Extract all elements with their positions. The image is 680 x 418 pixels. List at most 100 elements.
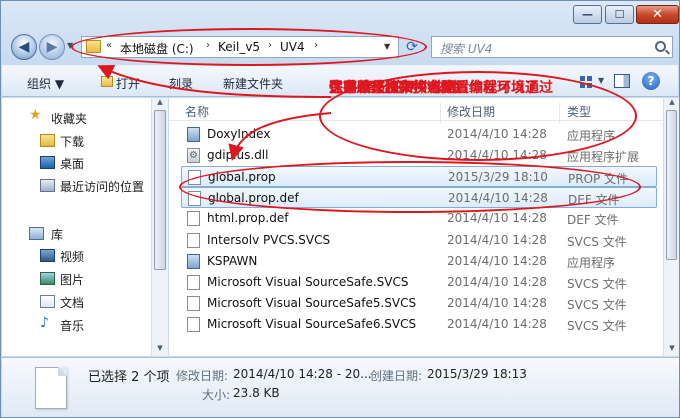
file-name: Microsoft Visual SourceSafe5.SVCS <box>207 296 417 310</box>
file-name: DoxyIndex <box>207 127 271 141</box>
close-icon: ✕ <box>652 7 663 22</box>
file-type: SVCS 文件 <box>567 298 627 312</box>
file-name: KSPAWN <box>207 254 258 268</box>
chevron-down-icon: ▼ <box>67 41 74 50</box>
organize-menu[interactable]: 组织 ▼ <box>27 75 64 92</box>
file-icon <box>187 233 200 248</box>
search-placeholder[interactable]: 搜索 UV4 <box>440 40 492 57</box>
file-icon <box>187 296 200 311</box>
navigation-pane: ★ 收藏夹 下载 桌面 最近访问的位置 库 视频 图片 文档 ♪ 音乐 <box>2 98 151 356</box>
file-row-selected[interactable]: global.prop.def 2014/4/10 14:28 DEF 文件 <box>181 187 657 208</box>
file-type: SVCS 文件 <box>567 319 627 333</box>
new-folder-button[interactable]: 新建文件夹 <box>223 75 283 92</box>
sidebar-item-libraries[interactable]: 库 <box>51 226 63 243</box>
sidebar-item-downloads[interactable]: 下载 <box>60 133 84 150</box>
back-button[interactable]: ◀ <box>11 34 37 60</box>
breadcrumb-separator-icon[interactable]: › <box>206 40 210 51</box>
sidebar-item-pictures[interactable]: 图片 <box>60 271 84 288</box>
library-icon <box>29 227 44 240</box>
picture-icon <box>40 272 55 285</box>
close-button[interactable]: ✕ <box>636 5 679 24</box>
open-button[interactable]: 打开 <box>116 75 140 92</box>
file-row[interactable]: Microsoft Visual SourceSafe5.SVCS 2014/4… <box>181 293 657 314</box>
file-type: 应用程序扩展 <box>567 150 640 164</box>
refresh-button[interactable]: ⟳ <box>401 36 423 58</box>
minimize-icon: — <box>582 8 593 21</box>
scrollbar-thumb[interactable] <box>666 110 677 260</box>
downloads-folder-icon <box>40 134 55 147</box>
maximize-button[interactable]: ☐ <box>605 5 634 24</box>
file-row[interactable]: html.prop.def 2014/4/10 14:28 DEF 文件 <box>181 208 657 229</box>
music-icon: ♪ <box>40 315 49 331</box>
scroll-up-icon[interactable]: ▲ <box>152 98 168 110</box>
annotation-line: 这两个文件来快速配置编程环境了 <box>329 80 539 96</box>
created-label: 创建日期: <box>370 369 423 383</box>
file-date: 2014/4/10 14:28 <box>447 296 547 310</box>
sidebar-item-desktop[interactable]: 桌面 <box>60 155 84 172</box>
file-date: 2014/4/10 14:28 <box>447 211 547 225</box>
column-name[interactable]: 名称 <box>185 103 209 120</box>
file-type: 应用程序 <box>567 256 616 270</box>
minimize-button[interactable]: — <box>573 5 602 24</box>
breadcrumb-separator-icon[interactable]: › <box>268 40 272 51</box>
column-date[interactable]: 修改日期 <box>447 103 495 120</box>
recent-pages-dropdown[interactable]: ▼ <box>67 41 73 50</box>
help-icon[interactable]: ? <box>642 72 660 90</box>
column-type[interactable]: 类型 <box>567 103 591 120</box>
file-date: 2014/4/10 14:28 <box>447 275 547 289</box>
scrollbar-thumb[interactable] <box>154 110 166 270</box>
file-date: 2015/3/29 18:10 <box>448 170 548 184</box>
search-icon[interactable] <box>655 41 666 52</box>
file-date: 2014/4/10 14:28 <box>448 191 548 205</box>
file-row[interactable]: Microsoft Visual SourceSafe.SVCS 2014/4/… <box>181 272 657 293</box>
address-overflow-icon[interactable]: « <box>106 40 112 51</box>
file-name: Microsoft Visual SourceSafe.SVCS <box>207 275 409 289</box>
forward-button[interactable]: ▶ <box>39 34 65 60</box>
maximize-icon: ☐ <box>614 8 625 21</box>
sidebar-item-recent[interactable]: 最近访问的位置 <box>60 178 144 195</box>
sidebar-item-favorites[interactable]: 收藏夹 <box>51 110 87 127</box>
navigation-scrollbar[interactable]: ▲ ▼ <box>151 98 168 356</box>
breadcrumb-separator-icon[interactable]: › <box>314 40 318 51</box>
recent-places-icon <box>40 179 55 192</box>
preview-pane-icon[interactable] <box>614 74 630 88</box>
address-dropdown-icon[interactable]: ▼ <box>384 42 390 51</box>
file-row-selected[interactable]: global.prop 2015/3/29 18:10 PROP 文件 <box>181 166 657 187</box>
file-name: Intersolv PVCS.SVCS <box>207 233 331 247</box>
file-row[interactable]: Intersolv PVCS.SVCS 2014/4/10 14:28 SVCS… <box>181 230 657 251</box>
file-type: SVCS 文件 <box>567 235 627 249</box>
explorer-window: — ☐ ✕ ◀ ▶ ▼ « 本地磁盘 (C:) › Keil_v5 › UV4 … <box>0 0 680 418</box>
file-row[interactable]: KSPAWN 2014/4/10 14:28 应用程序 <box>181 251 657 272</box>
file-icon <box>187 317 200 332</box>
scroll-up-icon[interactable]: ▲ <box>664 98 680 110</box>
sidebar-item-music[interactable]: 音乐 <box>60 317 84 334</box>
refresh-icon: ⟳ <box>406 39 418 55</box>
file-list-scrollbar[interactable]: ▲ ▼ <box>663 98 679 356</box>
file-name: gdiplus.dll <box>207 148 269 162</box>
file-row[interactable]: Microsoft Visual SourceSafe6.SVCS 2014/4… <box>181 314 657 335</box>
file-list: 名称 修改日期 类型 DoxyIndex 2014/4/10 14:28 应用程… <box>169 98 663 356</box>
breadcrumb-keil[interactable]: Keil_v5 <box>218 40 260 54</box>
burn-button[interactable]: 刻录 <box>169 75 193 92</box>
scroll-down-icon[interactable]: ▼ <box>664 344 680 356</box>
file-type: DEF 文件 <box>568 193 620 207</box>
modified-value: 2014/4/10 14:28 - 20... <box>233 367 372 381</box>
search-box[interactable]: 搜索 UV4 <box>431 36 673 58</box>
file-row[interactable]: DoxyIndex 2014/4/10 14:28 应用程序 <box>181 124 657 145</box>
details-pane: 已选择 2 个项 修改日期: 2014/4/10 14:28 - 20... 创… <box>2 357 679 417</box>
file-type: PROP 文件 <box>568 172 629 186</box>
selection-count: 已选择 2 个项 <box>88 370 170 385</box>
breadcrumb-uv4[interactable]: UV4 <box>280 40 305 54</box>
forward-arrow-icon: ▶ <box>46 39 58 55</box>
sidebar-item-videos[interactable]: 视频 <box>60 248 84 265</box>
breadcrumb-local-disk[interactable]: 本地磁盘 (C:) <box>120 40 194 57</box>
sidebar-item-documents[interactable]: 文档 <box>60 294 84 311</box>
change-view-icon[interactable]: ▼ <box>578 74 612 90</box>
file-thumbnail-icon <box>35 367 67 409</box>
size-label: 大小: <box>202 388 231 402</box>
star-icon: ★ <box>29 107 42 123</box>
address-bar[interactable]: « 本地磁盘 (C:) › Keil_v5 › UV4 › ▼ <box>81 36 399 58</box>
scroll-down-icon[interactable]: ▼ <box>152 344 168 356</box>
file-row[interactable]: gdiplus.dll 2014/4/10 14:28 应用程序扩展 <box>181 145 657 166</box>
app-icon <box>187 254 200 269</box>
